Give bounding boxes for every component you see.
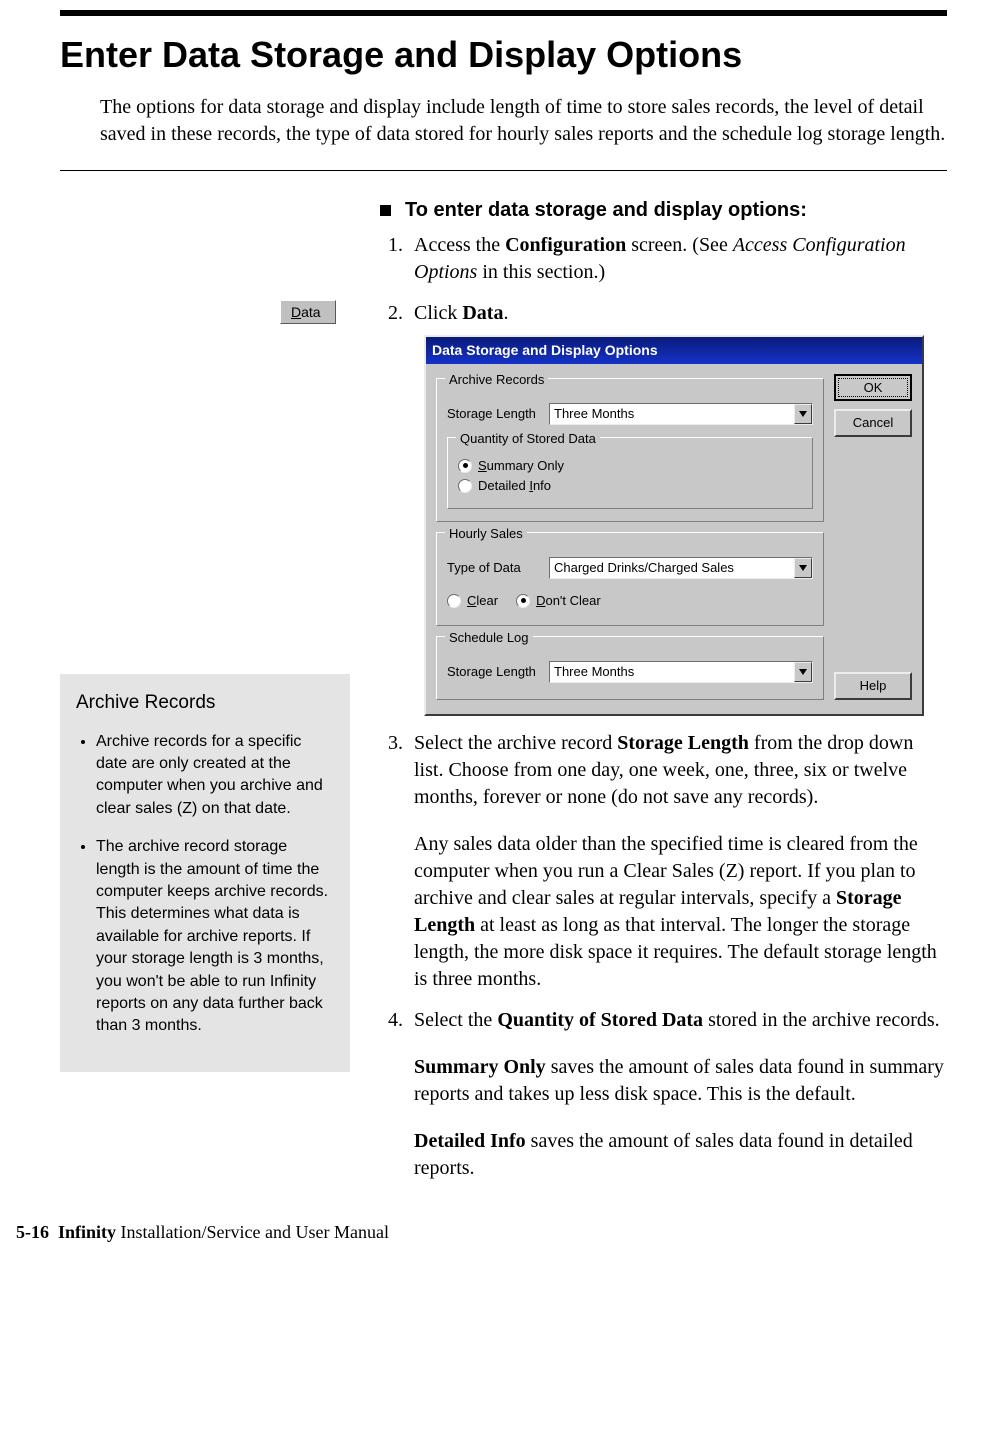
quantity-legend: Quantity of Stored Data	[456, 430, 600, 448]
radio-icon	[458, 479, 472, 493]
type-of-data-value: Charged Drinks/Charged Sales	[554, 559, 734, 577]
chevron-down-icon[interactable]	[794, 558, 812, 578]
intro-paragraph: The options for data storage and display…	[100, 94, 947, 148]
schedule-storage-length-combo[interactable]: Three Months	[549, 661, 813, 683]
help-button[interactable]: Help	[834, 672, 912, 700]
radio-icon	[516, 594, 530, 608]
data-button[interactable]: Data	[280, 300, 336, 324]
top-rule	[60, 10, 947, 16]
storage-length-value: Three Months	[554, 405, 634, 423]
dialog-titlebar: Data Storage and Display Options	[426, 337, 922, 364]
cancel-button[interactable]: Cancel	[834, 409, 912, 437]
step-1: Access the Configuration screen. (See Ac…	[408, 232, 947, 286]
clear-radio[interactable]: Clear	[447, 592, 498, 610]
chevron-down-icon[interactable]	[794, 404, 812, 424]
sidebar-title: Archive Records	[76, 690, 334, 717]
radio-icon	[447, 594, 461, 608]
section-rule	[60, 170, 947, 171]
square-bullet-icon	[380, 205, 391, 216]
page-title: Enter Data Storage and Display Options	[60, 34, 947, 76]
chevron-down-icon[interactable]	[794, 662, 812, 682]
type-of-data-label: Type of Data	[447, 559, 543, 577]
step-2: Click Data. Data Storage and Display Opt…	[408, 300, 947, 716]
archive-records-legend: Archive Records	[445, 371, 548, 389]
hourly-sales-group: Hourly Sales Type of Data Charged Drinks…	[436, 532, 824, 626]
page-footer: 5-16 Infinity Installation/Service and U…	[0, 1216, 1007, 1261]
schedule-log-group: Schedule Log Storage Length Three Months	[436, 636, 824, 700]
detailed-info-radio[interactable]: Detailed Info	[458, 477, 802, 495]
ok-button[interactable]: OK	[834, 374, 912, 402]
type-of-data-combo[interactable]: Charged Drinks/Charged Sales	[549, 557, 813, 579]
hourly-sales-legend: Hourly Sales	[445, 525, 527, 543]
schedule-storage-length-label: Storage Length	[447, 663, 543, 681]
data-button-underline: D	[291, 304, 301, 320]
radio-icon	[458, 459, 472, 473]
dont-clear-radio[interactable]: Don't Clear	[516, 592, 601, 610]
sidebar-archive-records: Archive Records Archive records for a sp…	[60, 674, 350, 1072]
schedule-storage-length-value: Three Months	[554, 663, 634, 681]
summary-only-radio[interactable]: Summary Only	[458, 457, 802, 475]
storage-length-combo[interactable]: Three Months	[549, 403, 813, 425]
procedure-heading: To enter data storage and display option…	[380, 199, 947, 222]
storage-length-label: Storage Length	[447, 405, 543, 423]
sidebar-bullet-2: The archive record storage length is the…	[96, 836, 334, 1038]
schedule-log-legend: Schedule Log	[445, 629, 533, 647]
archive-records-group: Archive Records Storage Length Three Mon…	[436, 378, 824, 522]
step-4: Select the Quantity of Stored Data store…	[408, 1007, 947, 1182]
quantity-stored-data-group: Quantity of Stored Data Summary Only	[447, 437, 813, 509]
data-button-rest: ata	[301, 304, 320, 320]
data-storage-dialog: Data Storage and Display Options Archive…	[424, 335, 924, 716]
sidebar-bullet-1: Archive records for a specific date are …	[96, 731, 334, 821]
step-3: Select the archive record Storage Length…	[408, 730, 947, 993]
